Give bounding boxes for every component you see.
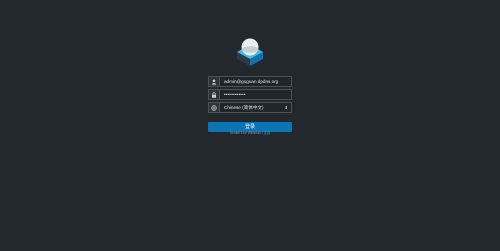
username-row: admin@guguan.dpdns.org xyxy=(208,76,292,87)
language-select[interactable]: Chinese (简体中文) ⬍ xyxy=(219,102,292,113)
footer: Seafile Live Webmail • 支持 xyxy=(208,130,292,135)
user-icon xyxy=(208,76,219,87)
password-row: •••••••••••• xyxy=(208,89,292,100)
roundcube-logo-icon xyxy=(236,36,264,66)
language-row: Chinese (简体中文) ⬍ xyxy=(208,102,292,113)
footer-separator: • xyxy=(261,131,263,135)
language-select-value: Chinese (简体中文) xyxy=(224,105,264,110)
username-input[interactable]: admin@guguan.dpdns.org xyxy=(219,76,292,87)
footer-product-name: Seafile Live Webmail xyxy=(229,131,261,135)
lock-icon xyxy=(208,89,219,100)
globe-icon xyxy=(208,102,219,113)
chevron-updown-icon: ⬍ xyxy=(284,105,288,110)
support-link[interactable]: 支持 xyxy=(264,131,271,135)
login-form: admin@guguan.dpdns.org •••••••••••• Chin… xyxy=(208,76,292,133)
password-input[interactable]: •••••••••••• xyxy=(219,89,292,100)
